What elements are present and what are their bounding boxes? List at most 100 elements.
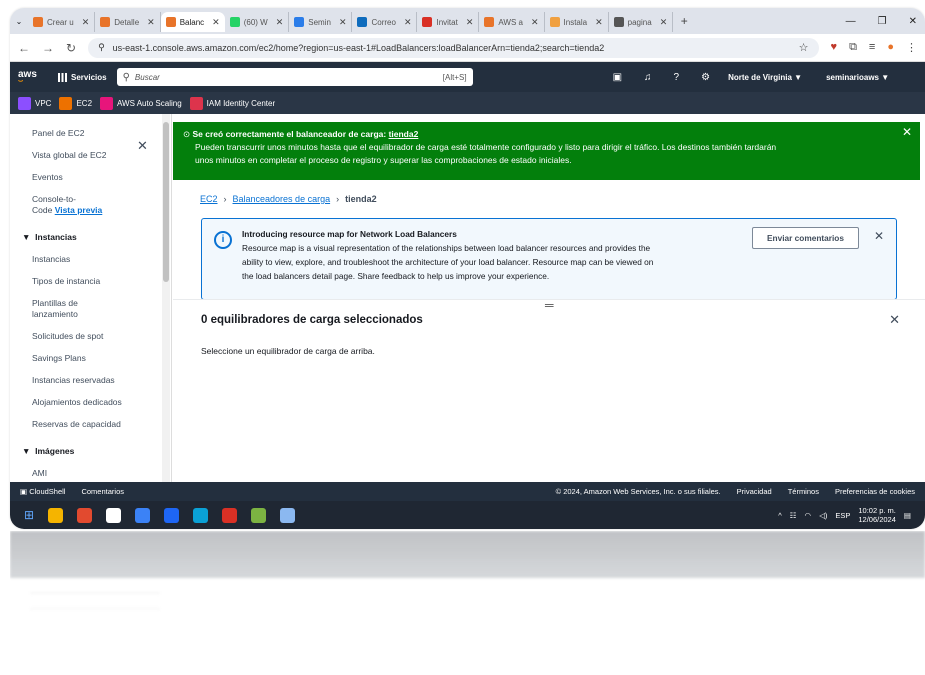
minimize-icon[interactable]: —	[846, 16, 856, 27]
favorite-aws-auto-scaling[interactable]: AWS Auto Scaling	[100, 96, 182, 110]
sidebar-item[interactable]: Tipos de instancia	[32, 276, 171, 287]
taskbar-app-icon[interactable]	[193, 507, 209, 523]
section-instancias[interactable]: ▼ Instancias	[22, 232, 171, 242]
scrollbar-thumb[interactable]	[163, 122, 169, 282]
cloudshell-footer-button[interactable]: ▣ CloudShell	[20, 487, 65, 496]
search-input[interactable]: ⚲ Buscar [Alt+S]	[116, 68, 473, 86]
tab-list-chevron-icon[interactable]: ⌄	[10, 17, 28, 26]
taskbar-app-icon[interactable]	[280, 507, 296, 523]
sidebar-item[interactable]: Solicitudes de spot	[32, 331, 171, 342]
tab-close-icon[interactable]: ✕	[595, 17, 603, 28]
tab-close-icon[interactable]: ✕	[531, 17, 539, 28]
help-icon[interactable]: ?	[674, 72, 680, 83]
tab-close-icon[interactable]: ✕	[212, 17, 220, 28]
dismiss-flash-icon[interactable]: ✕	[902, 126, 912, 139]
browser-tab[interactable]: Detalle ✕	[95, 12, 161, 32]
section-imagenes[interactable]: ▼ Imágenes	[22, 446, 171, 456]
volume-icon[interactable]: ◁)	[819, 511, 827, 520]
flash-lb-link[interactable]: tienda2	[389, 129, 419, 139]
sidebar-item[interactable]: Instancias	[32, 254, 171, 265]
tray-chevron-icon[interactable]: ^	[778, 511, 782, 520]
tab-close-icon[interactable]: ✕	[466, 17, 474, 28]
breadcrumb-ec2[interactable]: EC2	[200, 194, 218, 204]
privacy-link[interactable]: Privacidad	[737, 487, 772, 496]
site-info-icon[interactable]: ⚲	[98, 42, 105, 53]
tab-close-icon[interactable]: ✕	[82, 17, 90, 28]
profile-avatar[interactable]: ●	[887, 41, 894, 54]
url-field[interactable]: ⚲ us-east-1.console.aws.amazon.com/ec2/h…	[88, 37, 819, 58]
tab-close-icon[interactable]: ✕	[339, 17, 347, 28]
new-tab-button[interactable]: +	[673, 14, 695, 28]
restore-icon[interactable]: ❐	[878, 16, 887, 27]
taskbar-app-icon[interactable]	[48, 507, 64, 523]
sidebar-item[interactable]: Instancias reservadas	[32, 375, 171, 386]
browser-tab[interactable]: Crear u ✕	[28, 12, 96, 32]
favorite-vpc[interactable]: VPC	[18, 96, 51, 110]
taskbar-app-icon[interactable]	[106, 507, 122, 523]
sidebar-item-console-to-code[interactable]: Console-to- Code Vista previa	[32, 194, 171, 216]
taskbar-app-icon[interactable]	[251, 507, 267, 523]
sidebar-item[interactable]: Vista global de EC2	[32, 150, 171, 161]
reload-icon[interactable]: ↻	[66, 41, 76, 55]
account-menu[interactable]: seminarioaws ▼	[826, 73, 889, 82]
taskbar-app-icon[interactable]	[135, 507, 151, 523]
taskbar-app-icon[interactable]	[222, 507, 238, 523]
cookie-preferences-link[interactable]: Preferencias de cookies	[835, 487, 915, 496]
browser-tab[interactable]: AWS a ✕	[479, 12, 545, 32]
sidebar-item-ami[interactable]: AMI	[32, 468, 171, 479]
browser-tab[interactable]: Semin ✕	[289, 12, 353, 32]
reading-list-icon[interactable]: ≡	[869, 41, 875, 54]
bookmark-star-icon[interactable]: ☆	[799, 41, 809, 54]
tab-close-icon[interactable]: ✕	[276, 17, 284, 28]
back-icon[interactable]: ←	[18, 41, 30, 55]
favorite-ec2[interactable]: EC2	[59, 96, 92, 110]
breadcrumb-load-balancers[interactable]: Balanceadores de carga	[233, 194, 331, 204]
sidebar-item[interactable]: Reservas de capacidad	[32, 419, 171, 430]
browser-tab[interactable]: pagina ✕	[609, 12, 674, 32]
sidebar-scrollbar[interactable]	[162, 114, 170, 482]
settings-gear-icon[interactable]: ⚙	[701, 72, 710, 83]
wifi-icon[interactable]: ◠	[805, 511, 812, 520]
browser-tab[interactable]: (60) W ✕	[225, 12, 290, 32]
tab-close-icon[interactable]: ✕	[147, 17, 155, 28]
taskbar-app-icon[interactable]	[77, 507, 93, 523]
dismiss-info-icon[interactable]: ✕	[874, 229, 884, 243]
send-feedback-button[interactable]: Enviar comentarios	[751, 227, 859, 249]
forward-icon[interactable]: →	[42, 41, 54, 55]
sidebar-item[interactable]: Alojamientos dedicados	[32, 397, 171, 408]
language-indicator[interactable]: ESP	[835, 511, 850, 520]
split-panel-text: Seleccione un equilibrador de carga de a…	[201, 346, 375, 356]
tab-favicon-icon	[33, 17, 43, 27]
comments-link[interactable]: Comentarios	[81, 487, 124, 496]
cloudshell-icon[interactable]: ▣	[613, 72, 622, 83]
network-icon[interactable]: ☷	[790, 511, 797, 520]
tab-close-icon[interactable]: ✕	[660, 17, 668, 28]
browser-menu-icon[interactable]: ⋮	[906, 41, 917, 54]
region-selector[interactable]: Norte de Virginia ▼	[728, 73, 802, 82]
sidebar-item-plantillas[interactable]: Plantillas de lanzamiento	[32, 298, 171, 320]
terms-link[interactable]: Términos	[788, 487, 819, 496]
services-menu-button[interactable]: Servicios	[58, 72, 107, 82]
browser-tab[interactable]: Instala ✕	[545, 12, 609, 32]
close-sidebar-icon[interactable]: ✕	[137, 138, 148, 154]
notifications-bell-icon[interactable]: ♫	[644, 72, 652, 83]
start-windows-icon[interactable]: ⊞	[24, 508, 34, 522]
split-panel-drag-handle-icon[interactable]: ═	[545, 298, 554, 312]
close-window-icon[interactable]: ✕	[909, 16, 917, 27]
clock[interactable]: 10:02 p. m. 12/06/2024	[858, 506, 896, 524]
extensions-puzzle-icon[interactable]: ⧉	[849, 41, 857, 54]
favorite-iam-identity-center[interactable]: IAM Identity Center	[189, 96, 275, 110]
sidebar-item[interactable]: Panel de EC2	[32, 128, 171, 139]
browser-tab[interactable]: Balanc ✕	[160, 12, 225, 32]
sidebar-item[interactable]: Savings Plans	[32, 353, 171, 364]
reflection-footer	[10, 559, 925, 578]
notification-icon[interactable]: ▤	[904, 511, 911, 520]
extension-icon[interactable]: ♥	[831, 41, 838, 54]
tab-close-icon[interactable]: ✕	[404, 17, 412, 28]
taskbar-app-icon[interactable]	[164, 507, 180, 523]
aws-logo[interactable]: aws ⌣	[18, 69, 50, 85]
browser-tab[interactable]: Correo ✕	[352, 12, 418, 32]
sidebar-item[interactable]: Eventos	[32, 172, 171, 183]
browser-tab[interactable]: Invitat ✕	[417, 12, 480, 32]
close-split-panel-icon[interactable]: ✕	[889, 312, 900, 328]
